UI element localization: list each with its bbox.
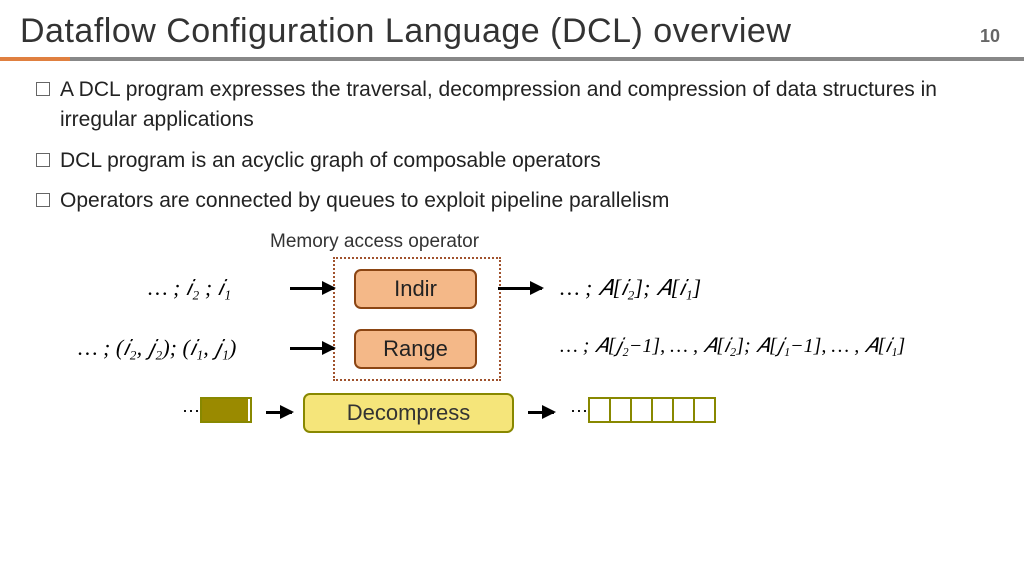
decompressed-data-icon (588, 397, 716, 423)
bullet-text: Operators are connected by queues to exp… (60, 186, 669, 216)
memory-access-label: Memory access operator (270, 231, 479, 253)
operator-range: Range (354, 329, 477, 369)
indir-input-stream: … ; 𝑖₂ ; 𝑖₁ (148, 275, 231, 301)
list-item: DCL program is an acyclic graph of compo… (36, 146, 988, 176)
operator-indir: Indir (354, 269, 477, 309)
bullet-text: A DCL program expresses the traversal, d… (60, 75, 988, 136)
ellipsis-icon: ⋯ (182, 401, 201, 422)
arrow-icon (290, 287, 334, 290)
page-number: 10 (980, 26, 1004, 47)
arrow-icon (528, 411, 554, 414)
range-input-stream: … ; (𝑖₂, 𝑗₂); (𝑖₁, 𝑗₁) (78, 335, 236, 361)
compressed-data-icon (200, 397, 252, 423)
bullet-icon (36, 82, 50, 96)
title-rule (0, 57, 1024, 61)
diagram-area: Memory access operator … ; 𝑖₂ ; 𝑖₁ Indir… (0, 229, 1024, 489)
bullet-icon (36, 153, 50, 167)
arrow-icon (498, 287, 542, 290)
bullet-icon (36, 193, 50, 207)
range-output-stream: … ; 𝐴[𝑗₂−1], … , 𝐴[𝑖₂]; 𝐴[𝑗₁−1], … , 𝐴[𝑖… (560, 335, 905, 358)
operator-decompress: Decompress (303, 393, 514, 433)
ellipsis-icon: ⋯ (570, 401, 589, 422)
bullet-text: DCL program is an acyclic graph of compo… (60, 146, 601, 176)
indir-output-stream: … ; 𝐴[𝑖₂]; 𝐴[𝑖₁] (560, 275, 701, 301)
list-item: A DCL program expresses the traversal, d… (36, 75, 988, 136)
page-title: Dataflow Configuration Language (DCL) ov… (20, 12, 791, 51)
list-item: Operators are connected by queues to exp… (36, 186, 988, 216)
bullet-list: A DCL program expresses the traversal, d… (0, 61, 1024, 217)
arrow-icon (266, 411, 292, 414)
arrow-icon (290, 347, 334, 350)
